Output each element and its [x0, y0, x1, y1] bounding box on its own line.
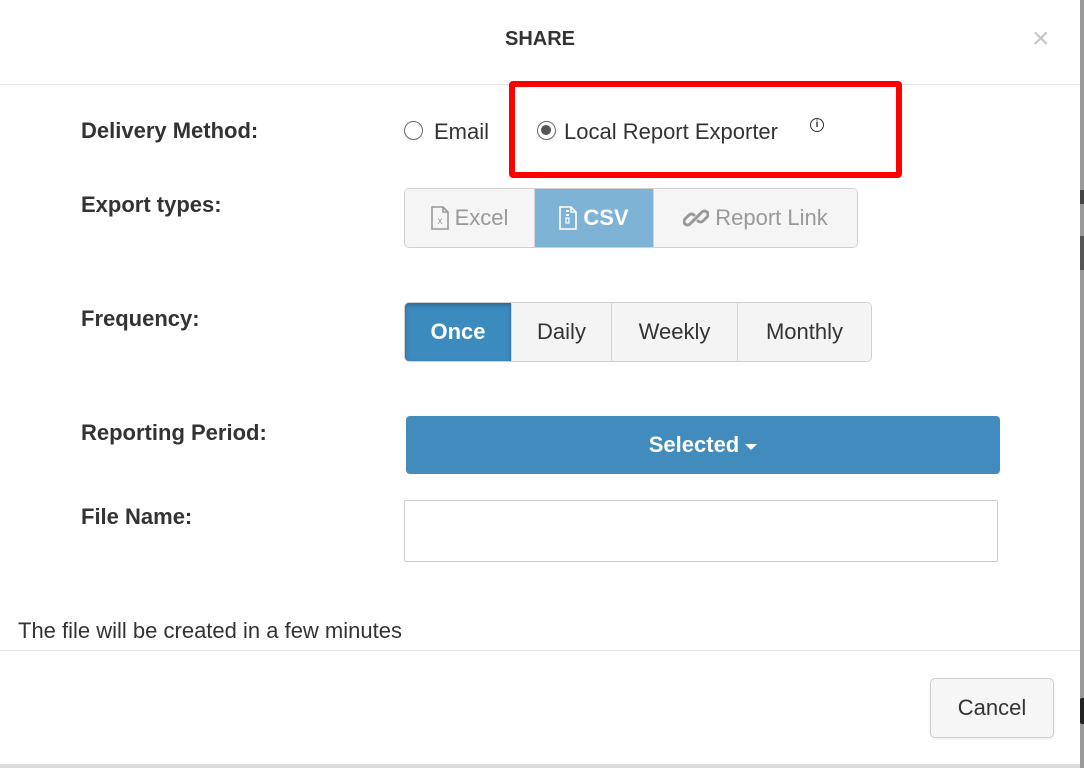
highlight-box: [509, 81, 902, 178]
reporting-period-label: Reporting Period:: [81, 420, 267, 445]
frequency-daily-button[interactable]: Daily: [512, 303, 612, 361]
delivery-method-label: Delivery Method:: [81, 118, 259, 143]
excel-file-icon: x: [430, 206, 449, 230]
file-name-label: File Name:: [81, 504, 193, 529]
frequency-once-button[interactable]: Once: [405, 303, 512, 361]
zip-file-icon: [559, 206, 578, 230]
frequency-weekly-button[interactable]: Weekly: [612, 303, 738, 361]
background-fragment: [1080, 190, 1084, 204]
report-link-export-button[interactable]: Report Link: [654, 189, 857, 247]
reporting-period-dropdown-label: Selected: [648, 432, 740, 457]
background-fragment: [1080, 236, 1084, 270]
cancel-button[interactable]: Cancel: [930, 678, 1054, 738]
modal-header: SHARE ×: [0, 0, 1080, 85]
export-types-label: Export types:: [81, 192, 222, 217]
email-radio-label[interactable]: Email: [434, 119, 489, 145]
caret-down-icon: [745, 443, 758, 450]
modal-title: SHARE: [504, 28, 575, 50]
frequency-monthly-button[interactable]: Monthly: [738, 303, 871, 361]
csv-export-button[interactable]: CSV: [535, 189, 654, 247]
excel-export-label: Excel: [454, 205, 509, 230]
share-modal: SHARE × Delivery Method: Email Local Rep…: [0, 0, 1080, 768]
background-edge: [1080, 0, 1084, 768]
reporting-period-dropdown[interactable]: Selected: [406, 416, 1000, 474]
frequency-button-group: Once Daily Weekly Monthly: [404, 302, 872, 362]
link-icon: [683, 207, 710, 229]
info-message: The file will be created in a few minute…: [18, 618, 402, 643]
close-icon[interactable]: ×: [1032, 22, 1050, 56]
file-name-input[interactable]: [404, 500, 998, 562]
export-types-button-group: x Excel CSV Report Link: [404, 188, 858, 248]
frequency-label: Frequency:: [81, 306, 200, 331]
email-radio[interactable]: [404, 121, 423, 140]
svg-text:x: x: [437, 216, 442, 227]
report-link-export-label: Report Link: [715, 205, 828, 230]
csv-export-label: CSV: [583, 205, 629, 230]
excel-export-button[interactable]: x Excel: [405, 189, 535, 247]
footer-divider: [0, 650, 1080, 651]
background-fragment: [1080, 698, 1084, 724]
background-strip: [0, 764, 1080, 768]
